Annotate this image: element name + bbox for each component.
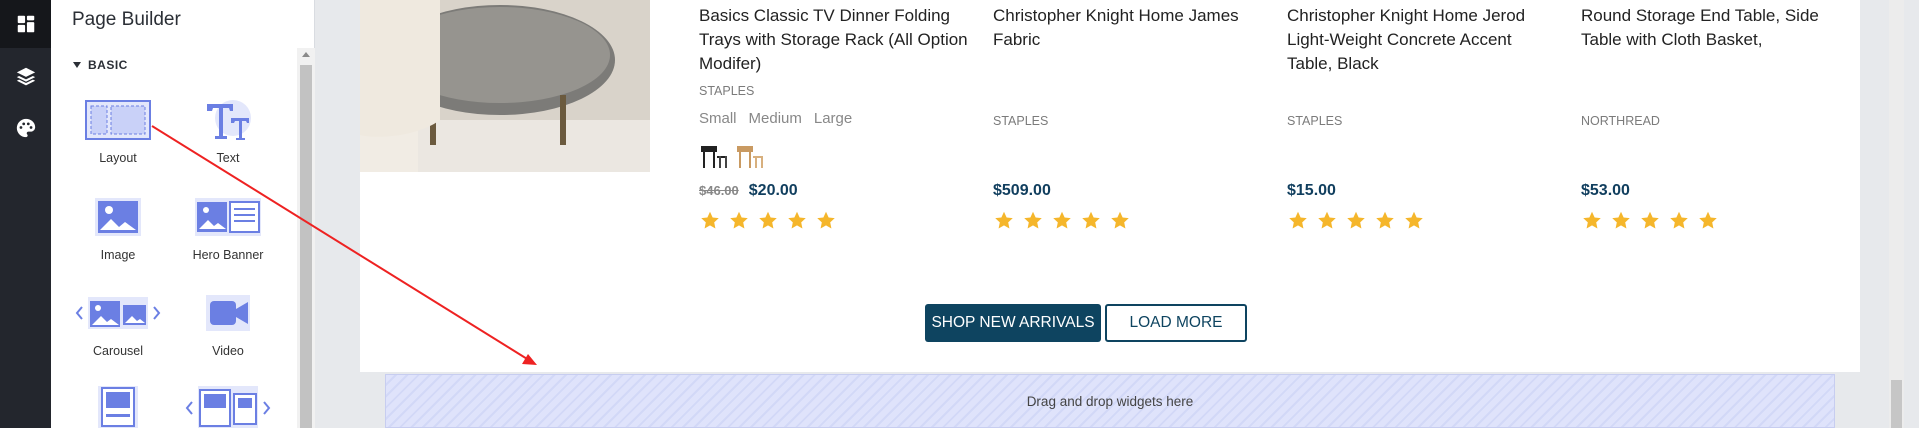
widget-card-carousel[interactable] [173,382,283,428]
star-icon [1053,211,1071,229]
canvas-scrollbar[interactable] [1889,0,1904,428]
star-icon [1376,211,1394,229]
swatch-wood-icon[interactable] [735,142,765,170]
product-brand: STAPLES [993,114,1049,128]
widget-hero-banner[interactable]: Hero Banner [173,192,283,262]
image-icon [63,192,173,242]
size-option[interactable]: Medium [749,110,802,127]
rating-stars [993,210,1131,231]
product-title[interactable]: Basics Classic TV Dinner Folding Trays w… [699,4,969,76]
caret-down-icon [73,62,81,68]
widget-carousel[interactable]: Carousel [63,288,173,358]
star-icon [1318,211,1336,229]
product-price: $53.00 [1581,182,1630,199]
widget-label: Layout [99,151,137,165]
size-option[interactable]: Small [699,110,737,127]
widget-panel: Page Builder BASIC Layout Text Image Her… [51,0,315,428]
widget-label: Image [100,248,136,262]
star-icon [1405,211,1423,229]
star-icon [1111,211,1129,229]
card-icon [63,382,173,428]
panel-title: Page Builder [72,9,181,30]
old-price: $46.00 [699,183,739,198]
star-icon [1024,211,1042,229]
scrollbar-thumb[interactable] [1891,380,1902,428]
widget-video[interactable]: Video [173,288,283,358]
star-icon [1082,211,1100,229]
palette-icon[interactable] [0,104,51,152]
layout-icon [63,95,173,145]
section-basic[interactable]: BASIC [73,58,128,72]
widget-label: Hero Banner [192,248,264,262]
swatch-black-icon[interactable] [699,142,729,170]
widget-label: Video [212,344,244,358]
star-icon [1612,211,1630,229]
star-icon [995,211,1013,229]
star-icon [730,211,748,229]
product-card[interactable]: Christopher Knight Home Jerod Light-Weig… [1287,4,1557,244]
hero-banner-icon [173,192,283,242]
sale-price: $20.00 [748,182,798,199]
dashboard-icon[interactable] [0,0,51,48]
widget-label: Text [216,151,240,165]
section-label: BASIC [88,58,128,72]
product-title[interactable]: Christopher Knight Home James Fabric [993,4,1263,52]
layers-icon[interactable] [0,52,51,100]
sidebar-rail [0,0,51,428]
product-card[interactable]: Christopher Knight Home James Fabric STA… [993,4,1263,244]
star-icon [1670,211,1688,229]
product-card[interactable]: Basics Classic TV Dinner Folding Trays w… [699,4,969,244]
color-swatches [699,142,765,170]
product-brand: STAPLES [1287,114,1343,128]
panel-scrollbar[interactable] [297,48,315,428]
product-title[interactable]: Round Storage End Table, Side Table with… [1581,4,1851,52]
page-canvas: Basics Classic TV Dinner Folding Trays w… [315,0,1919,428]
card-carousel-icon [173,382,283,428]
star-icon [1641,211,1659,229]
star-icon [1289,211,1307,229]
product-price: $509.00 [993,182,1051,199]
star-icon [1347,211,1365,229]
product-brand: NORTHREAD [1581,114,1660,128]
video-icon [173,288,283,338]
widget-card[interactable] [63,382,173,428]
rating-stars [1287,210,1425,231]
star-icon [788,211,806,229]
widget-text[interactable]: Text [173,95,283,165]
widget-label: Carousel [92,344,144,358]
widget-dropzone[interactable]: Drag and drop widgets here [385,374,1835,428]
product-brand: STAPLES [699,84,755,98]
rating-stars [699,210,837,231]
shop-new-arrivals-button[interactable]: SHOP NEW ARRIVALS [925,304,1101,342]
dropzone-text: Drag and drop widgets here [1026,393,1194,409]
star-icon [701,211,719,229]
product-title[interactable]: Christopher Knight Home Jerod Light-Weig… [1287,4,1557,76]
star-icon [1699,211,1717,229]
widget-layout[interactable]: Layout [63,95,173,165]
carousel-icon [63,288,173,338]
product-card[interactable]: Round Storage End Table, Side Table with… [1581,4,1851,244]
product-price: $15.00 [1287,182,1336,199]
product-section: Basics Classic TV Dinner Folding Trays w… [360,0,1860,372]
widget-image[interactable]: Image [63,192,173,262]
star-icon [817,211,835,229]
size-options: Small Medium Large [699,110,852,127]
scrollbar-thumb[interactable] [300,65,312,428]
star-icon [759,211,777,229]
text-icon [173,95,283,145]
load-more-button[interactable]: LOAD MORE [1105,304,1247,342]
product-price: $46.00 $20.00 [699,182,798,200]
star-icon [1583,211,1601,229]
scroll-up-icon[interactable] [302,52,310,57]
rating-stars [1581,210,1719,231]
size-option[interactable]: Large [814,110,852,127]
product-hero-image [360,0,650,172]
